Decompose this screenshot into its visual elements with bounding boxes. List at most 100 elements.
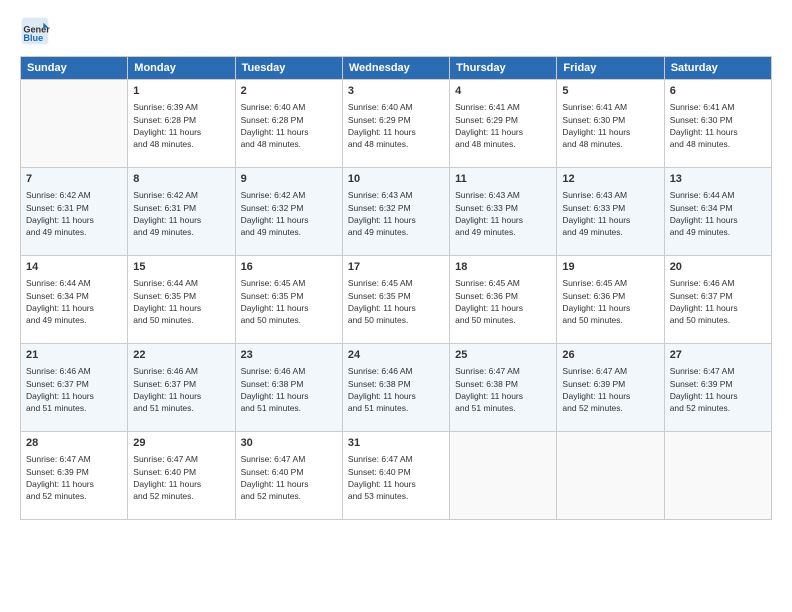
day-number: 19 [562, 260, 658, 275]
day-info: Sunrise: 6:45 AM Sunset: 6:36 PM Dayligh… [455, 277, 551, 326]
calendar-cell: 5 Sunrise: 6:41 AM Sunset: 6:30 PM Daylig… [557, 80, 664, 168]
logo: General Blue [20, 16, 52, 46]
day-number: 23 [241, 348, 337, 363]
day-info: Sunrise: 6:47 AM Sunset: 6:39 PM Dayligh… [562, 365, 658, 414]
day-number: 10 [348, 172, 444, 187]
week-row-1: 1Sunrise: 6:39 AM Sunset: 6:28 PM Daylig… [21, 80, 772, 168]
calendar-cell [450, 432, 557, 520]
day-info: Sunrise: 6:44 AM Sunset: 6:34 PM Dayligh… [26, 277, 122, 326]
week-row-4: 21Sunrise: 6:46 AM Sunset: 6:37 PM Dayli… [21, 344, 772, 432]
day-info: Sunrise: 6:47 AM Sunset: 6:39 PM Dayligh… [670, 365, 766, 414]
calendar-cell: 19 Sunrise: 6:45 AM Sunset: 6:36 PM Dayli… [557, 256, 664, 344]
day-info: Sunrise: 6:42 AM Sunset: 6:31 PM Dayligh… [26, 189, 122, 238]
day-number: 13 [670, 172, 766, 187]
day-number: 21 [26, 348, 122, 363]
calendar-cell: 12Sunrise: 6:43 AM Sunset: 6:33 PM Dayli… [557, 168, 664, 256]
day-info: Sunrise: 6:41 AM Sunset: 6:29 PM Dayligh… [455, 101, 551, 150]
day-info: Sunrise: 6:41 AM Sunset: 6:30 PM Dayligh… [562, 101, 658, 150]
page: General Blue SundayMondayTuesdayWednesda… [0, 0, 792, 612]
header-cell-thursday: Thursday [450, 57, 557, 80]
calendar-cell: 31 Sunrise: 6:47 AM Sunset: 6:40 PM Dayli… [342, 432, 449, 520]
calendar-cell: 13 Sunrise: 6:44 AM Sunset: 6:34 PM Dayli… [664, 168, 771, 256]
day-info: Sunrise: 6:46 AM Sunset: 6:38 PM Dayligh… [348, 365, 444, 414]
header-cell-monday: Monday [128, 57, 235, 80]
calendar-cell: 4 Sunrise: 6:41 AM Sunset: 6:29 PM Daylig… [450, 80, 557, 168]
header-cell-saturday: Saturday [664, 57, 771, 80]
calendar-cell: 28Sunrise: 6:47 AM Sunset: 6:39 PM Dayli… [21, 432, 128, 520]
header-cell-friday: Friday [557, 57, 664, 80]
week-row-5: 28Sunrise: 6:47 AM Sunset: 6:39 PM Dayli… [21, 432, 772, 520]
calendar-cell: 25 Sunrise: 6:47 AM Sunset: 6:38 PM Dayli… [450, 344, 557, 432]
day-number: 22 [133, 348, 229, 363]
calendar-cell: 22Sunrise: 6:46 AM Sunset: 6:37 PM Dayli… [128, 344, 235, 432]
day-number: 18 [455, 260, 551, 275]
day-info: Sunrise: 6:41 AM Sunset: 6:30 PM Dayligh… [670, 101, 766, 150]
calendar-cell: 21Sunrise: 6:46 AM Sunset: 6:37 PM Dayli… [21, 344, 128, 432]
day-info: Sunrise: 6:47 AM Sunset: 6:40 PM Dayligh… [241, 453, 337, 502]
day-info: Sunrise: 6:44 AM Sunset: 6:34 PM Dayligh… [670, 189, 766, 238]
calendar-cell: 10 Sunrise: 6:43 AM Sunset: 6:32 PM Dayli… [342, 168, 449, 256]
day-number: 30 [241, 436, 337, 451]
day-number: 24 [348, 348, 444, 363]
day-number: 6 [670, 84, 766, 99]
day-number: 9 [241, 172, 337, 187]
day-info: Sunrise: 6:42 AM Sunset: 6:31 PM Dayligh… [133, 189, 229, 238]
calendar-table: SundayMondayTuesdayWednesdayThursdayFrid… [20, 56, 772, 520]
day-info: Sunrise: 6:47 AM Sunset: 6:38 PM Dayligh… [455, 365, 551, 414]
calendar-cell: 3 Sunrise: 6:40 AM Sunset: 6:29 PM Daylig… [342, 80, 449, 168]
calendar-cell: 17Sunrise: 6:45 AM Sunset: 6:35 PM Dayli… [342, 256, 449, 344]
calendar-cell [21, 80, 128, 168]
day-number: 31 [348, 436, 444, 451]
calendar-cell: 29Sunrise: 6:47 AM Sunset: 6:40 PM Dayli… [128, 432, 235, 520]
svg-text:Blue: Blue [23, 33, 43, 43]
day-number: 15 [133, 260, 229, 275]
day-number: 8 [133, 172, 229, 187]
calendar-cell: 7 Sunrise: 6:42 AM Sunset: 6:31 PM Daylig… [21, 168, 128, 256]
calendar-cell: 20 Sunrise: 6:46 AM Sunset: 6:37 PM Dayli… [664, 256, 771, 344]
day-number: 5 [562, 84, 658, 99]
calendar-cell: 26 Sunrise: 6:47 AM Sunset: 6:39 PM Dayli… [557, 344, 664, 432]
day-info: Sunrise: 6:47 AM Sunset: 6:40 PM Dayligh… [348, 453, 444, 502]
header-cell-wednesday: Wednesday [342, 57, 449, 80]
calendar-cell: 6 Sunrise: 6:41 AM Sunset: 6:30 PM Daylig… [664, 80, 771, 168]
day-info: Sunrise: 6:42 AM Sunset: 6:32 PM Dayligh… [241, 189, 337, 238]
day-number: 25 [455, 348, 551, 363]
day-info: Sunrise: 6:44 AM Sunset: 6:35 PM Dayligh… [133, 277, 229, 326]
calendar-cell: 8 Sunrise: 6:42 AM Sunset: 6:31 PM Daylig… [128, 168, 235, 256]
day-info: Sunrise: 6:39 AM Sunset: 6:28 PM Dayligh… [133, 101, 229, 150]
week-row-3: 14Sunrise: 6:44 AM Sunset: 6:34 PM Dayli… [21, 256, 772, 344]
day-info: Sunrise: 6:43 AM Sunset: 6:33 PM Dayligh… [562, 189, 658, 238]
day-info: Sunrise: 6:40 AM Sunset: 6:29 PM Dayligh… [348, 101, 444, 150]
day-number: 26 [562, 348, 658, 363]
logo-icon: General Blue [20, 16, 50, 46]
day-info: Sunrise: 6:45 AM Sunset: 6:36 PM Dayligh… [562, 277, 658, 326]
day-info: Sunrise: 6:43 AM Sunset: 6:33 PM Dayligh… [455, 189, 551, 238]
day-info: Sunrise: 6:46 AM Sunset: 6:37 PM Dayligh… [670, 277, 766, 326]
calendar-cell: 1Sunrise: 6:39 AM Sunset: 6:28 PM Daylig… [128, 80, 235, 168]
header-cell-sunday: Sunday [21, 57, 128, 80]
week-row-2: 7 Sunrise: 6:42 AM Sunset: 6:31 PM Daylig… [21, 168, 772, 256]
day-info: Sunrise: 6:43 AM Sunset: 6:32 PM Dayligh… [348, 189, 444, 238]
header-row: SundayMondayTuesdayWednesdayThursdayFrid… [21, 57, 772, 80]
day-number: 11 [455, 172, 551, 187]
header: General Blue [20, 16, 772, 46]
day-info: Sunrise: 6:46 AM Sunset: 6:38 PM Dayligh… [241, 365, 337, 414]
day-number: 20 [670, 260, 766, 275]
day-number: 29 [133, 436, 229, 451]
calendar-cell: 18 Sunrise: 6:45 AM Sunset: 6:36 PM Dayli… [450, 256, 557, 344]
day-number: 16 [241, 260, 337, 275]
day-number: 7 [26, 172, 122, 187]
calendar-cell: 24 Sunrise: 6:46 AM Sunset: 6:38 PM Dayli… [342, 344, 449, 432]
day-info: Sunrise: 6:40 AM Sunset: 6:28 PM Dayligh… [241, 101, 337, 150]
calendar-cell: 2 Sunrise: 6:40 AM Sunset: 6:28 PM Daylig… [235, 80, 342, 168]
day-number: 2 [241, 84, 337, 99]
day-info: Sunrise: 6:45 AM Sunset: 6:35 PM Dayligh… [348, 277, 444, 326]
calendar-cell: 16Sunrise: 6:45 AM Sunset: 6:35 PM Dayli… [235, 256, 342, 344]
calendar-cell: 23 Sunrise: 6:46 AM Sunset: 6:38 PM Dayli… [235, 344, 342, 432]
calendar-cell [664, 432, 771, 520]
day-info: Sunrise: 6:47 AM Sunset: 6:39 PM Dayligh… [26, 453, 122, 502]
day-number: 3 [348, 84, 444, 99]
calendar-cell: 14Sunrise: 6:44 AM Sunset: 6:34 PM Dayli… [21, 256, 128, 344]
calendar-cell: 15 Sunrise: 6:44 AM Sunset: 6:35 PM Dayli… [128, 256, 235, 344]
day-number: 4 [455, 84, 551, 99]
